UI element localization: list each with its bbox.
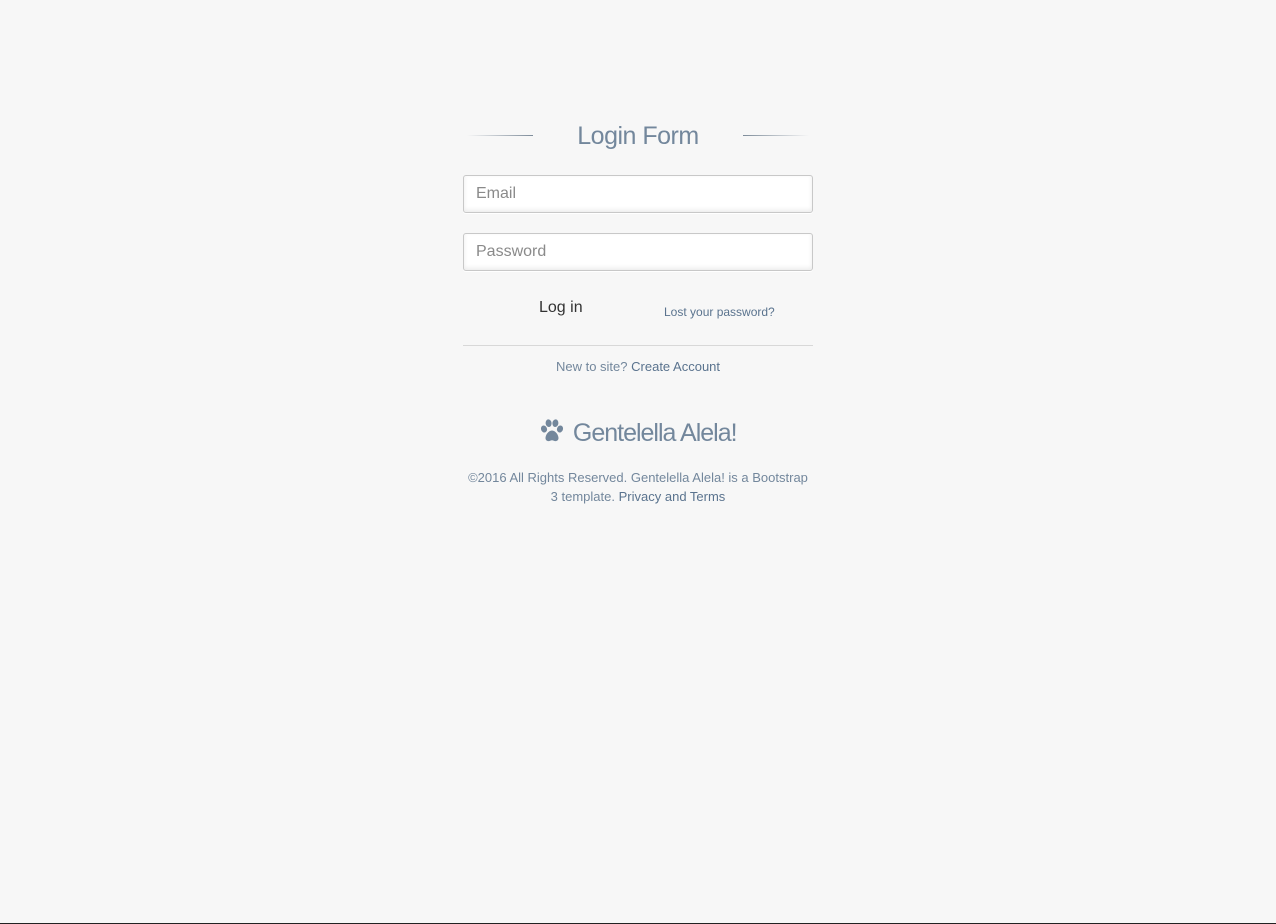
- form-header: Login Form: [463, 116, 813, 156]
- password-field[interactable]: [463, 233, 813, 271]
- signup-prompt: New to site?: [555, 359, 628, 374]
- privacy-terms-link[interactable]: Privacy and Terms: [619, 489, 726, 504]
- lost-password-link[interactable]: Lost your password?: [664, 305, 775, 319]
- title-divider-left: [467, 135, 533, 136]
- login-button[interactable]: Log in: [535, 295, 587, 321]
- separator: [463, 345, 813, 346]
- paw-icon: [541, 419, 564, 442]
- title-divider-right: [743, 135, 809, 136]
- page-title: Login Form: [577, 122, 699, 150]
- login-page: Login Form Log in Lost your password? Ne…: [0, 0, 1276, 924]
- email-field[interactable]: [463, 175, 813, 213]
- create-account-link[interactable]: Create Account: [631, 359, 720, 374]
- login-panel: Login Form Log in Lost your password? Ne…: [463, 116, 813, 506]
- signup-row: New to site? Create Account: [463, 358, 813, 376]
- form-actions: Log in Lost your password?: [463, 271, 813, 345]
- footer: ©2016 All Rights Reserved. Gentelella Al…: [463, 468, 813, 506]
- brand: Gentelella Alela!: [463, 416, 813, 450]
- brand-name: Gentelella Alela!: [572, 419, 738, 447]
